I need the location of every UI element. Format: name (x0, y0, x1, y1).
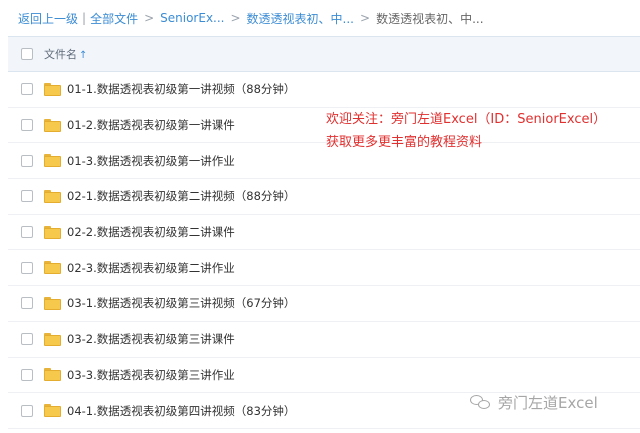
folder-icon (44, 296, 61, 310)
watermark: 旁门左道Excel (470, 392, 598, 413)
file-name-link[interactable]: 01-3.数据透视表初级第一讲作业 (67, 153, 235, 169)
file-row[interactable]: 02-1.数据透视表初级第二讲视频（88分钟） (8, 179, 640, 215)
back-link[interactable]: 返回上一级 (18, 10, 78, 27)
breadcrumb-divider: | (82, 11, 87, 25)
breadcrumb-separator: > (230, 11, 241, 25)
file-name-link[interactable]: 03-2.数据透视表初级第三讲课件 (67, 331, 235, 347)
file-name-link[interactable]: 01-2.数据透视表初级第一讲课件 (67, 117, 235, 133)
folder-icon (44, 261, 61, 275)
row-checkbox[interactable] (21, 333, 33, 346)
file-name-link[interactable]: 03-1.数据透视表初级第三讲视频（67分钟） (67, 295, 295, 311)
file-name-link[interactable]: 01-1.数据透视表初级第一讲视频（88分钟） (67, 81, 295, 97)
file-name-link[interactable]: 03-3.数据透视表初级第三讲作业 (67, 367, 235, 383)
breadcrumb: 返回上一级 | 全部文件 > SeniorEx... > 数透透视表初、中...… (0, 0, 640, 36)
folder-icon (44, 404, 61, 418)
file-row[interactable]: 02-3.数据透视表初级第二讲作业 (8, 250, 640, 287)
row-checkbox[interactable] (21, 119, 33, 132)
promo-text: 欢迎关注：旁门左道Excel（ID：SeniorExcel） 获取更多更丰富的教… (326, 108, 606, 154)
promo-line-1: 欢迎关注：旁门左道Excel（ID：SeniorExcel） (326, 112, 607, 127)
file-name-link[interactable]: 04-1.数据透视表初级第四讲视频（83分钟） (67, 403, 295, 419)
row-checkbox[interactable] (21, 297, 33, 310)
row-checkbox[interactable] (21, 190, 33, 203)
folder-icon (44, 368, 61, 382)
file-browser: 返回上一级 | 全部文件 > SeniorEx... > 数透透视表初、中...… (0, 0, 640, 433)
folder-icon (44, 118, 61, 132)
breadcrumb-pivot-folder[interactable]: 数透透视表初、中... (247, 10, 354, 27)
folder-icon (44, 332, 61, 346)
folder-icon (44, 189, 61, 203)
row-checkbox[interactable] (21, 83, 33, 96)
file-row[interactable]: 03-1.数据透视表初级第三讲视频（67分钟） (8, 286, 640, 322)
breadcrumb-senior-excel[interactable]: SeniorEx... (160, 11, 224, 25)
row-checkbox[interactable] (21, 154, 33, 167)
row-checkbox[interactable] (21, 226, 33, 239)
row-checkbox[interactable] (21, 368, 33, 381)
wechat-icon (470, 394, 492, 412)
column-filename-label: 文件名 (44, 48, 77, 61)
breadcrumb-current: 数透透视表初、中... (376, 11, 484, 26)
file-row[interactable]: 03-3.数据透视表初级第三讲作业 (8, 358, 640, 394)
breadcrumb-separator: > (360, 11, 371, 25)
file-list-header: 文件名 ↑ (8, 36, 640, 72)
column-filename-header[interactable]: 文件名 ↑ (44, 46, 87, 62)
folder-icon (44, 154, 61, 168)
row-checkbox[interactable] (21, 261, 33, 274)
folder-icon (44, 82, 61, 96)
row-checkbox[interactable] (21, 404, 33, 417)
select-all-checkbox[interactable] (21, 48, 33, 60)
file-name-link[interactable]: 02-3.数据透视表初级第二讲作业 (67, 260, 235, 276)
watermark-text: 旁门左道Excel (498, 394, 598, 412)
breadcrumb-separator: > (144, 11, 155, 25)
file-row[interactable]: 01-1.数据透视表初级第一讲视频（88分钟） (8, 72, 640, 108)
file-name-link[interactable]: 02-1.数据透视表初级第二讲视频（88分钟） (67, 188, 295, 204)
promo-line-2: 获取更多更丰富的教程资料 (326, 135, 483, 150)
file-name-link[interactable]: 02-2.数据透视表初级第二讲课件 (67, 224, 235, 240)
breadcrumb-all-files[interactable]: 全部文件 (90, 10, 138, 27)
sort-ascending-icon[interactable]: ↑ (79, 50, 87, 61)
file-row[interactable]: 02-2.数据透视表初级第二讲课件 (8, 215, 640, 251)
file-row[interactable]: 03-2.数据透视表初级第三讲课件 (8, 322, 640, 358)
folder-icon (44, 225, 61, 239)
